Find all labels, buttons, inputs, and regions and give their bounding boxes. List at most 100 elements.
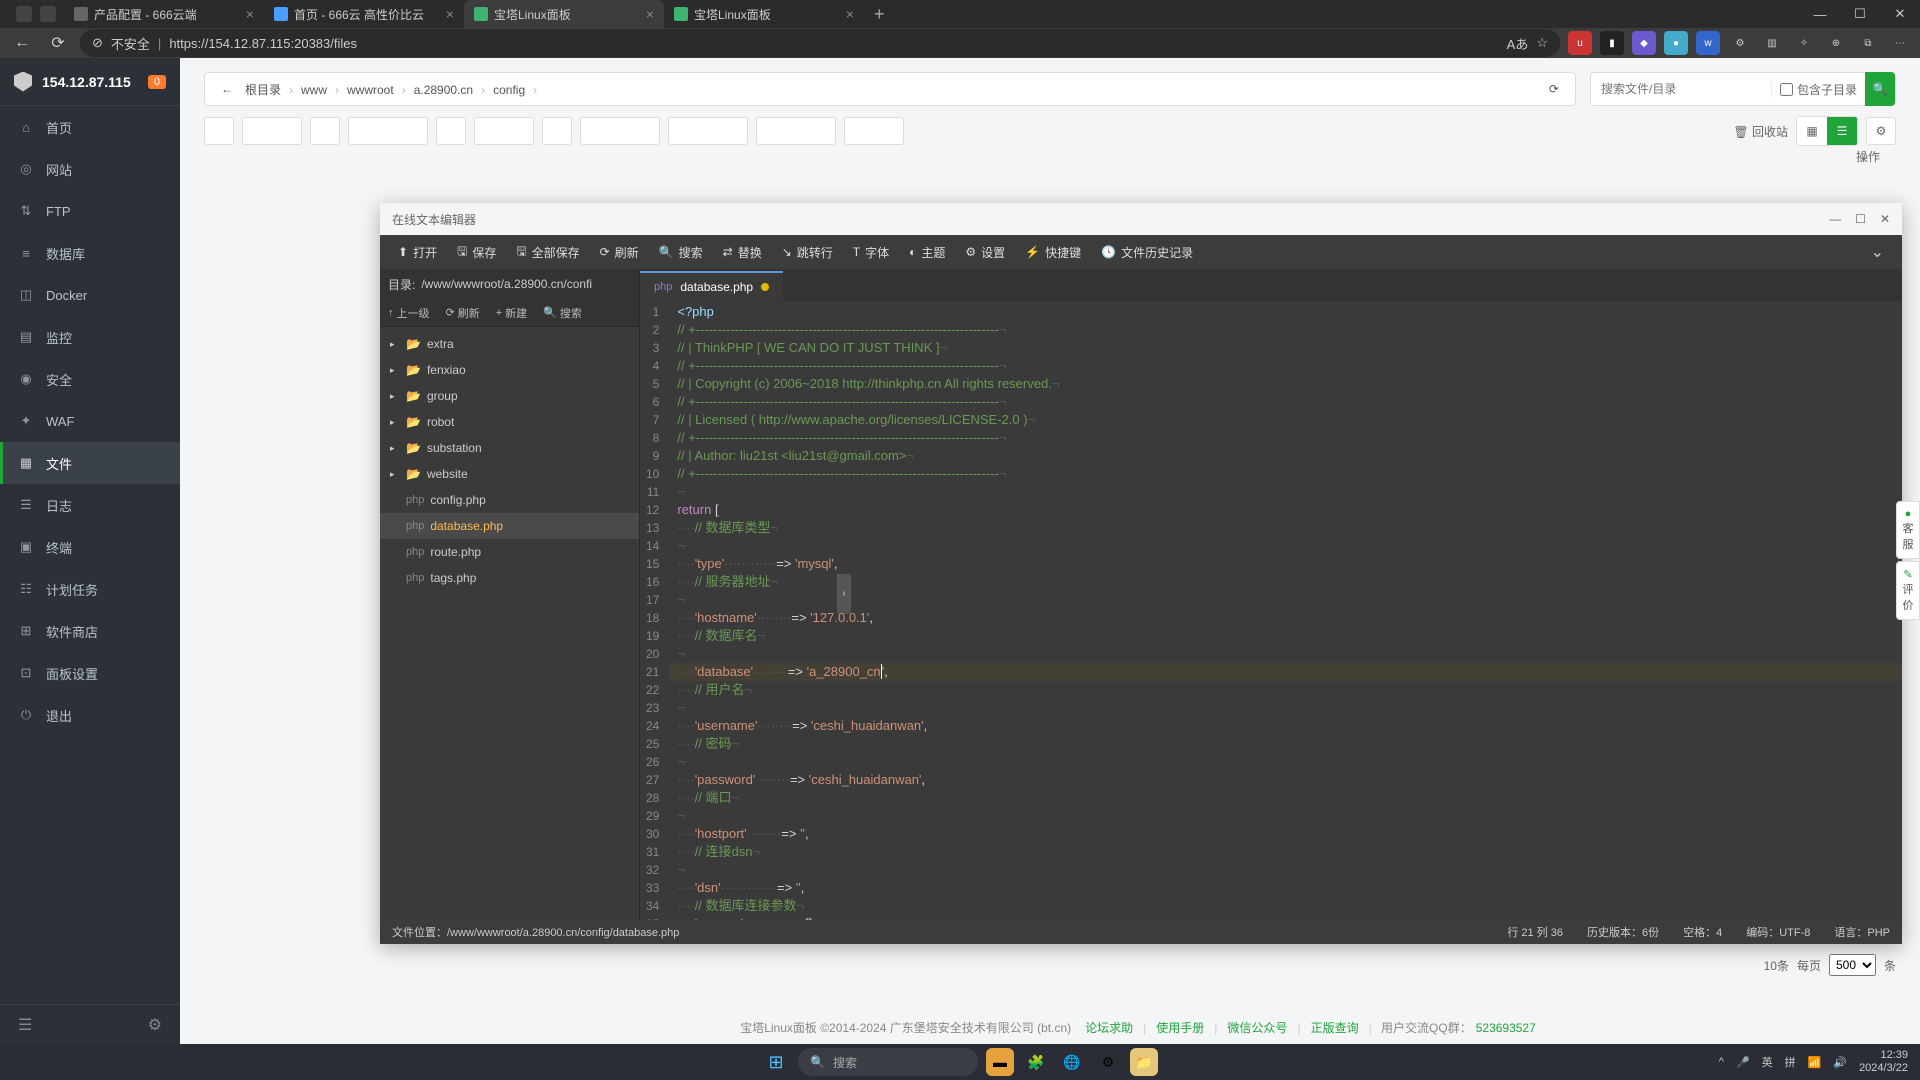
browser-tab[interactable]: 宝塔Linux面板× bbox=[464, 0, 664, 28]
breadcrumb-item[interactable]: www bbox=[297, 83, 331, 97]
url-input[interactable]: ⊘ 不安全 | https://154.12.87.115:20383/file… bbox=[80, 29, 1560, 57]
tree-folder[interactable]: ▸📂fenxiao bbox=[380, 357, 639, 383]
taskbar-search[interactable]: 🔍 搜索 bbox=[798, 1048, 978, 1076]
new-tab-button[interactable]: + bbox=[864, 4, 895, 25]
breadcrumb-item[interactable]: a.28900.cn bbox=[410, 83, 477, 97]
include-subdir-checkbox[interactable]: 包含子目录 bbox=[1771, 81, 1865, 98]
collapse-sidebar-icon[interactable]: ☰ bbox=[18, 1015, 32, 1035]
app-icon[interactable] bbox=[40, 6, 56, 22]
breadcrumb-back-button[interactable]: ← bbox=[213, 82, 241, 96]
tree-action-button[interactable]: +新建 bbox=[488, 305, 535, 321]
start-button[interactable]: ⊞ bbox=[762, 1048, 790, 1076]
status-encoding[interactable]: 编码：UTF-8 bbox=[1746, 924, 1810, 940]
search-input[interactable] bbox=[1591, 82, 1771, 96]
ext-icon[interactable]: w bbox=[1696, 31, 1720, 55]
sidebar-item[interactable]: ▦文件 bbox=[0, 442, 180, 484]
sidebar-item[interactable]: ◉安全 bbox=[0, 358, 180, 400]
star-icon[interactable]: ☆ bbox=[1536, 35, 1548, 51]
browser-tab[interactable]: 首页 - 666云 高性价比云× bbox=[264, 0, 464, 28]
footer-link[interactable]: 论坛求助 bbox=[1085, 1021, 1133, 1035]
feedback-widget[interactable]: ✎评价 bbox=[1896, 561, 1920, 620]
code-editor[interactable]: 1234567891011121314151617181920212223242… bbox=[640, 301, 1902, 920]
notification-badge[interactable]: 0 bbox=[148, 75, 166, 89]
sidebar-item[interactable]: ⌂首页 bbox=[0, 106, 180, 148]
tray-mic-icon[interactable]: 🎤 bbox=[1736, 1056, 1750, 1069]
tree-folder[interactable]: ▸📂website bbox=[380, 461, 639, 487]
ext-icon[interactable]: ▮ bbox=[1600, 31, 1624, 55]
ext-icon[interactable]: ◆ bbox=[1632, 31, 1656, 55]
status-spaces[interactable]: 空格：4 bbox=[1683, 924, 1722, 940]
sidebar-item[interactable]: ⏻退出 bbox=[0, 694, 180, 736]
back-button[interactable]: ← bbox=[8, 29, 36, 57]
editor-close-button[interactable]: ✕ bbox=[1880, 212, 1890, 226]
editor-maximize-button[interactable]: ☐ bbox=[1855, 212, 1866, 226]
breadcrumb-refresh-button[interactable]: ⟳ bbox=[1541, 82, 1567, 96]
tree-folder[interactable]: ▸📂robot bbox=[380, 409, 639, 435]
tree-action-button[interactable]: ⟳刷新 bbox=[438, 305, 488, 321]
tree-folder[interactable]: ▸📂group bbox=[380, 383, 639, 409]
sidebar-item[interactable]: ≡数据库 bbox=[0, 232, 180, 274]
tree-action-button[interactable]: 🔍搜索 bbox=[535, 305, 590, 321]
close-tab-icon[interactable]: × bbox=[446, 6, 454, 22]
sidebar-item[interactable]: ◎网站 bbox=[0, 148, 180, 190]
tray-wifi-icon[interactable]: 📶 bbox=[1808, 1056, 1822, 1069]
maximize-button[interactable]: ☐ bbox=[1840, 0, 1880, 28]
grid-view-button[interactable]: ▦ bbox=[1797, 117, 1827, 145]
editor-toolbar-button[interactable]: ↘跳转行 bbox=[772, 236, 843, 269]
app-icon[interactable] bbox=[16, 6, 32, 22]
tree-folder[interactable]: ▸📂substation bbox=[380, 435, 639, 461]
editor-toolbar-button[interactable]: ⟳刷新 bbox=[590, 236, 649, 269]
sidebar-item[interactable]: ✦WAF bbox=[0, 400, 180, 442]
status-history[interactable]: 历史版本：6份 bbox=[1587, 924, 1659, 940]
tray-volume-icon[interactable]: 🔊 bbox=[1833, 1056, 1847, 1069]
browser-tab[interactable]: 宝塔Linux面板× bbox=[664, 0, 864, 28]
ext-icon[interactable]: ⧉ bbox=[1856, 31, 1880, 55]
recycle-bin-link[interactable]: 🗑 回收站 bbox=[1733, 123, 1788, 140]
tree-file[interactable]: phproute.php bbox=[380, 539, 639, 565]
footer-link[interactable]: 微信公众号 bbox=[1227, 1021, 1287, 1035]
tray-expand-icon[interactable]: ^ bbox=[1719, 1056, 1724, 1068]
sidebar-item[interactable]: ⊡面板设置 bbox=[0, 652, 180, 694]
ime-indicator[interactable]: 英 bbox=[1762, 1054, 1773, 1070]
sidebar-item[interactable]: ▣终端 bbox=[0, 526, 180, 568]
breadcrumb-item[interactable]: config bbox=[489, 83, 529, 97]
footer-link[interactable]: 使用手册 bbox=[1156, 1021, 1204, 1035]
ext-icon[interactable]: ✧ bbox=[1792, 31, 1816, 55]
ime-indicator2[interactable]: 拼 bbox=[1785, 1054, 1796, 1070]
per-page-select[interactable]: 500 bbox=[1829, 954, 1876, 976]
tree-action-button[interactable]: ↑上一级 bbox=[380, 305, 438, 321]
settings-button[interactable]: ⚙ bbox=[1866, 117, 1896, 145]
editor-toolbar-button[interactable]: ⇄替换 bbox=[713, 236, 772, 269]
close-window-button[interactable]: ✕ bbox=[1880, 0, 1920, 28]
minimize-button[interactable]: — bbox=[1800, 0, 1840, 28]
ext-icon[interactable]: u bbox=[1568, 31, 1592, 55]
editor-minimize-button[interactable]: — bbox=[1829, 212, 1841, 226]
tree-file[interactable]: phpdatabase.php bbox=[380, 513, 639, 539]
taskbar-app-icon[interactable]: 📁 bbox=[1130, 1048, 1158, 1076]
taskbar-app-icon[interactable]: ▬ bbox=[986, 1048, 1014, 1076]
qq-group-link[interactable]: 523693527 bbox=[1476, 1021, 1536, 1035]
ext-icon[interactable]: ▥ bbox=[1760, 31, 1784, 55]
tree-file[interactable]: phptags.php bbox=[380, 565, 639, 591]
close-tab-icon[interactable]: × bbox=[846, 6, 854, 22]
sidebar-item[interactable]: ⊞软件商店 bbox=[0, 610, 180, 652]
ext-icon[interactable]: ⊕ bbox=[1824, 31, 1848, 55]
taskbar-app-icon[interactable]: 🌐 bbox=[1058, 1048, 1086, 1076]
list-view-button[interactable]: ☰ bbox=[1827, 117, 1857, 145]
editor-toolbar-button[interactable]: 🖫保存 bbox=[447, 236, 506, 269]
sidebar-item[interactable]: ◫Docker bbox=[0, 274, 180, 316]
browser-tab[interactable]: 产品配置 - 666云端× bbox=[64, 0, 264, 28]
taskbar-app-icon[interactable]: 🧩 bbox=[1022, 1048, 1050, 1076]
tree-folder[interactable]: ▸📂extra bbox=[380, 331, 639, 357]
reader-icon[interactable]: Aあ bbox=[1507, 34, 1529, 53]
editor-toolbar-button[interactable]: 🖫全部保存 bbox=[506, 236, 589, 269]
editor-toolbar-button[interactable]: 🔍搜索 bbox=[649, 236, 713, 269]
toolbar-expand-button[interactable]: ⌄ bbox=[1861, 242, 1894, 262]
search-button[interactable]: 🔍 bbox=[1865, 72, 1895, 106]
close-tab-icon[interactable]: × bbox=[246, 6, 254, 22]
sidebar-item[interactable]: ▤监控 bbox=[0, 316, 180, 358]
editor-toolbar-button[interactable]: 🕓文件历史记录 bbox=[1091, 236, 1203, 269]
file-tab[interactable]: php database.php bbox=[640, 271, 783, 301]
sidebar-item[interactable]: ☷计划任务 bbox=[0, 568, 180, 610]
editor-toolbar-button[interactable]: T字体 bbox=[843, 236, 899, 269]
